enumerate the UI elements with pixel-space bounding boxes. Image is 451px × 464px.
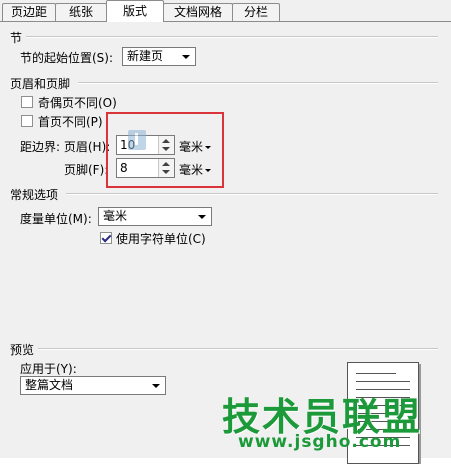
measure-unit-label: 度量单位(M): xyxy=(20,212,92,226)
preview-line xyxy=(356,381,410,382)
highlight-box xyxy=(106,112,224,188)
section-title: 节 xyxy=(10,31,23,45)
first-page-checkbox[interactable] xyxy=(21,115,33,127)
section-start-value: 新建页 xyxy=(127,49,164,63)
section-start-select[interactable]: 新建页 xyxy=(122,47,196,66)
distance-header-label: 距边界: 页眉(H): xyxy=(20,140,111,154)
chevron-down-icon xyxy=(182,55,190,59)
footer-label: 页脚(F): xyxy=(64,163,109,177)
chevron-down-icon xyxy=(152,384,160,388)
apply-to-label: 应用于(Y): xyxy=(20,362,77,376)
general-options-separator xyxy=(66,193,438,195)
section-start-label: 节的起始位置(S): xyxy=(20,51,114,65)
odd-even-checkbox[interactable] xyxy=(21,96,33,108)
tab-document-grid[interactable]: 文档网格 xyxy=(163,3,233,21)
measure-unit-value: 毫米 xyxy=(103,209,128,223)
tab-divider xyxy=(0,21,451,22)
tab-layout[interactable]: 版式 xyxy=(106,0,164,22)
tab-columns[interactable]: 分栏 xyxy=(232,3,280,21)
preview-line xyxy=(356,373,396,374)
header-footer-separator xyxy=(78,82,438,84)
chevron-down-icon xyxy=(198,215,206,219)
watermark-url: www.jsgho.com xyxy=(238,432,402,452)
apply-to-select[interactable]: 整篇文档 xyxy=(20,376,166,395)
general-options-title: 常规选项 xyxy=(10,188,59,202)
tab-margins[interactable]: 页边距 xyxy=(2,3,56,21)
preview-title: 预览 xyxy=(10,343,35,357)
odd-even-label: 奇偶页不同(O) xyxy=(38,96,117,110)
tab-paper[interactable]: 纸张 xyxy=(55,3,107,21)
apply-to-value: 整篇文档 xyxy=(25,378,74,392)
char-unit-checkbox[interactable] xyxy=(100,232,112,244)
char-unit-label: 使用字符单位(C) xyxy=(116,232,206,246)
header-footer-title: 页眉和页脚 xyxy=(10,77,71,91)
first-page-label: 首页不同(P) xyxy=(38,115,103,129)
section-separator xyxy=(26,36,438,38)
tab-strip: 页边距 纸张 版式 文档网格 分栏 xyxy=(0,0,451,22)
preview-separator xyxy=(38,348,438,350)
measure-unit-select[interactable]: 毫米 xyxy=(98,207,212,226)
